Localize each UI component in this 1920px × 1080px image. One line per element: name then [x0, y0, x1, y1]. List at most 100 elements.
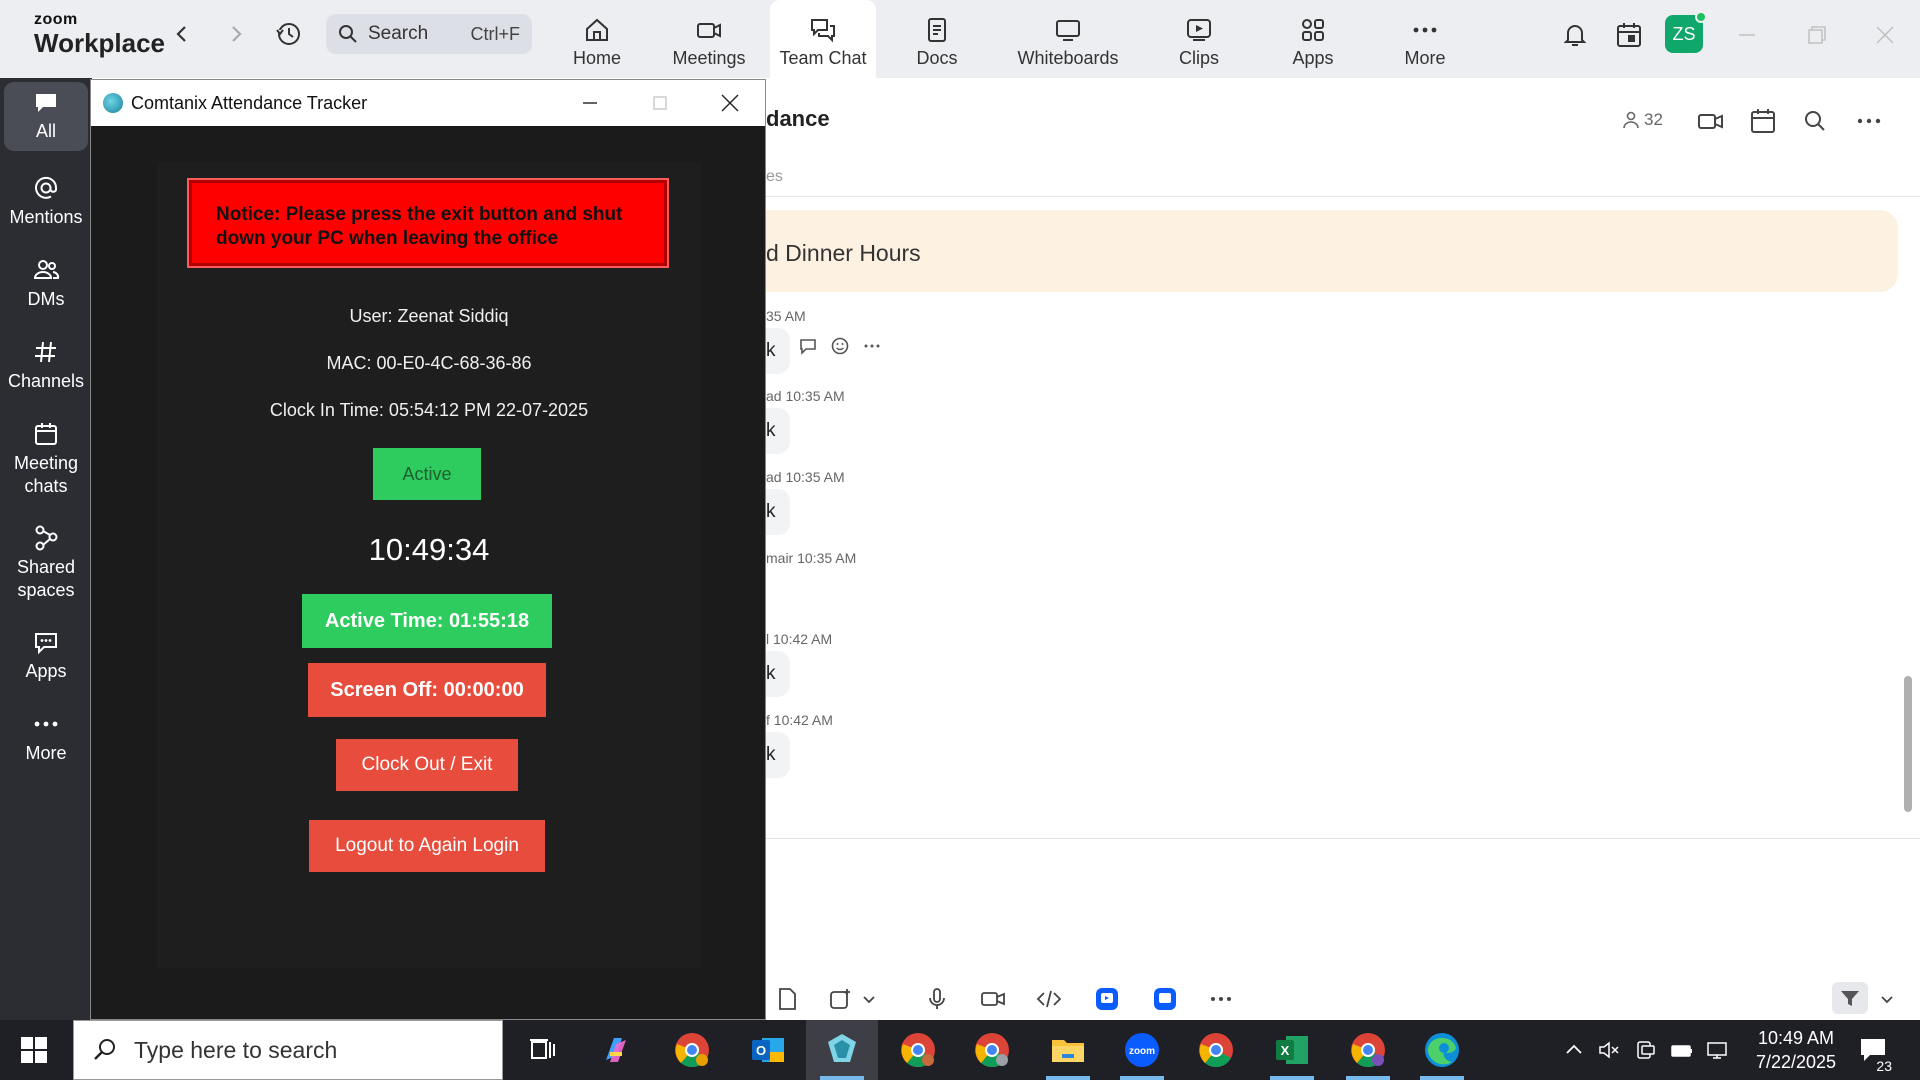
- reply-thread-icon[interactable]: [798, 336, 818, 356]
- attendance-tracker-taskbar-app[interactable]: [806, 1020, 878, 1080]
- chat-scrollbar[interactable]: [1904, 676, 1912, 812]
- sidebar-item-label: Mentions: [9, 207, 83, 227]
- tab-more[interactable]: More: [1384, 0, 1466, 78]
- search-icon: [94, 1039, 115, 1060]
- message-bubble[interactable]: k: [766, 651, 790, 697]
- zoom-app-icon[interactable]: zoom: [1122, 1030, 1162, 1070]
- home-icon: [586, 18, 608, 41]
- screen-off-display: Screen Off: 00:00:00: [308, 663, 546, 717]
- tracker-minimize-icon[interactable]: [577, 90, 603, 116]
- sidebar-item-shared-spaces[interactable]: Shared spaces: [4, 524, 88, 601]
- zoom-workplace-logo: zoom Workplace: [34, 12, 165, 57]
- logout-relogin-button[interactable]: Logout to Again Login: [309, 820, 545, 872]
- comtanix-logo-icon: [103, 93, 123, 113]
- chrome-profile-3-icon[interactable]: [972, 1030, 1012, 1070]
- code-snippet-icon[interactable]: [1036, 986, 1062, 1012]
- video-message-icon[interactable]: [980, 986, 1006, 1012]
- more-dots-icon: [34, 721, 58, 727]
- battery-icon[interactable]: [1670, 1038, 1694, 1062]
- volume-muted-icon[interactable]: [1597, 1038, 1621, 1062]
- video-call-icon[interactable]: [1696, 106, 1726, 136]
- bell-icon[interactable]: [1560, 20, 1590, 50]
- taskbar-search-input[interactable]: Type here to search: [73, 1020, 503, 1080]
- attendance-tracker-window: Comtanix Attendance Tracker Notice: Plea…: [90, 79, 766, 1020]
- search-chat-icon[interactable]: [1800, 106, 1830, 136]
- emoji-reaction-icon[interactable]: [830, 336, 850, 356]
- tab-team-chat[interactable]: Team Chat: [770, 0, 876, 78]
- history-icon[interactable]: [275, 20, 303, 48]
- message-bubble[interactable]: k: [766, 732, 790, 778]
- message-bubble[interactable]: k: [766, 408, 790, 454]
- tracker-title-bar[interactable]: Comtanix Attendance Tracker: [91, 80, 765, 126]
- message-bubble[interactable]: k: [766, 489, 790, 535]
- network-icon[interactable]: [1706, 1038, 1730, 1062]
- outlook-app-icon[interactable]: O: [748, 1030, 788, 1070]
- tab-whiteboards[interactable]: Whiteboards: [1010, 0, 1126, 78]
- sidebar-item-meeting-chats[interactable]: Meeting chats: [4, 420, 88, 497]
- schedule-meeting-icon[interactable]: [1748, 106, 1778, 136]
- calendar-status-icon[interactable]: [1614, 20, 1644, 50]
- composer-more-icon[interactable]: [1208, 986, 1234, 1012]
- meet-now-icon[interactable]: [1634, 1038, 1658, 1062]
- edge-app-icon[interactable]: [1422, 1030, 1462, 1070]
- pinned-message[interactable]: d Dinner Hours: [766, 210, 1898, 292]
- chrome-icon[interactable]: [1196, 1030, 1236, 1070]
- notification-center-icon[interactable]: 23: [1858, 1036, 1894, 1074]
- sidebar-item-mentions[interactable]: Mentions: [4, 174, 88, 229]
- tab-apps[interactable]: Apps: [1272, 0, 1354, 78]
- file-explorer-icon[interactable]: [1048, 1030, 1088, 1070]
- chrome-profile-4-icon[interactable]: [1348, 1030, 1388, 1070]
- show-hidden-icons-icon[interactable]: [1562, 1038, 1586, 1062]
- clips-app-icon[interactable]: [1094, 986, 1120, 1012]
- tab-meetings[interactable]: Meetings: [666, 0, 752, 78]
- chat-more-icon[interactable]: [1854, 106, 1884, 136]
- sidebar-item-channels[interactable]: Channels: [4, 338, 88, 393]
- tab-home-label: Home: [572, 48, 621, 68]
- forward-arrow-icon[interactable]: [222, 20, 250, 48]
- clock-out-exit-button[interactable]: Clock Out / Exit: [336, 739, 518, 791]
- back-arrow-icon[interactable]: [168, 20, 196, 48]
- sidebar-item-more[interactable]: More: [4, 710, 88, 765]
- message-more-icon[interactable]: [862, 336, 882, 356]
- excel-app-icon[interactable]: X: [1272, 1030, 1312, 1070]
- tracker-maximize-icon[interactable]: [647, 90, 673, 116]
- file-icon[interactable]: [774, 986, 800, 1012]
- message-meta: 35 AM: [766, 308, 806, 324]
- member-count-button[interactable]: 32: [1622, 110, 1663, 130]
- calendar-icon: [35, 423, 57, 445]
- open-app-indicator: [1270, 1076, 1314, 1080]
- tab-docs[interactable]: Docs: [896, 0, 978, 78]
- channel-subtab[interactable]: es: [766, 168, 783, 186]
- sidebar-item-all[interactable]: All: [4, 82, 88, 151]
- search-input[interactable]: Search Ctrl+F: [326, 14, 532, 54]
- screenshot-icon[interactable]: [828, 986, 854, 1012]
- svg-text:O: O: [756, 1043, 766, 1058]
- minimize-window-icon[interactable]: [1734, 22, 1760, 48]
- notification-count-badge: 23: [1874, 1058, 1894, 1074]
- copilot-app-icon[interactable]: [596, 1030, 636, 1070]
- windows-start-icon[interactable]: [20, 1036, 48, 1064]
- chevron-down-icon[interactable]: [856, 986, 882, 1012]
- microphone-icon[interactable]: [924, 986, 950, 1012]
- tab-home[interactable]: Home: [556, 0, 638, 78]
- sidebar-item-dms[interactable]: DMs: [4, 256, 88, 311]
- team-chat-sidebar: All Mentions DMs Channels Meeting chats …: [0, 78, 92, 1020]
- tab-clips[interactable]: Clips: [1158, 0, 1240, 78]
- search-shortcut: Ctrl+F: [470, 23, 521, 44]
- avatar[interactable]: ZS: [1665, 11, 1707, 53]
- document-icon: [928, 18, 946, 42]
- taskbar-search-placeholder: Type here to search: [134, 1036, 338, 1063]
- video-camera-icon: [697, 23, 721, 38]
- message-bubble[interactable]: k: [766, 328, 790, 374]
- restore-window-icon[interactable]: [1804, 22, 1830, 48]
- sidebar-item-apps[interactable]: Apps: [4, 628, 88, 683]
- chrome-profile-2-icon[interactable]: [898, 1030, 938, 1070]
- chat-app-icon[interactable]: [1152, 986, 1178, 1012]
- tracker-close-icon[interactable]: [717, 90, 743, 116]
- close-window-icon[interactable]: [1872, 22, 1898, 48]
- task-view-icon[interactable]: [522, 1030, 562, 1070]
- taskbar-clock[interactable]: 10:49 AM 7/22/2025: [1736, 1026, 1856, 1075]
- send-options-chevron-icon[interactable]: [1874, 986, 1900, 1012]
- chrome-profile-icon[interactable]: [672, 1030, 712, 1070]
- format-filter-icon[interactable]: [1832, 982, 1868, 1014]
